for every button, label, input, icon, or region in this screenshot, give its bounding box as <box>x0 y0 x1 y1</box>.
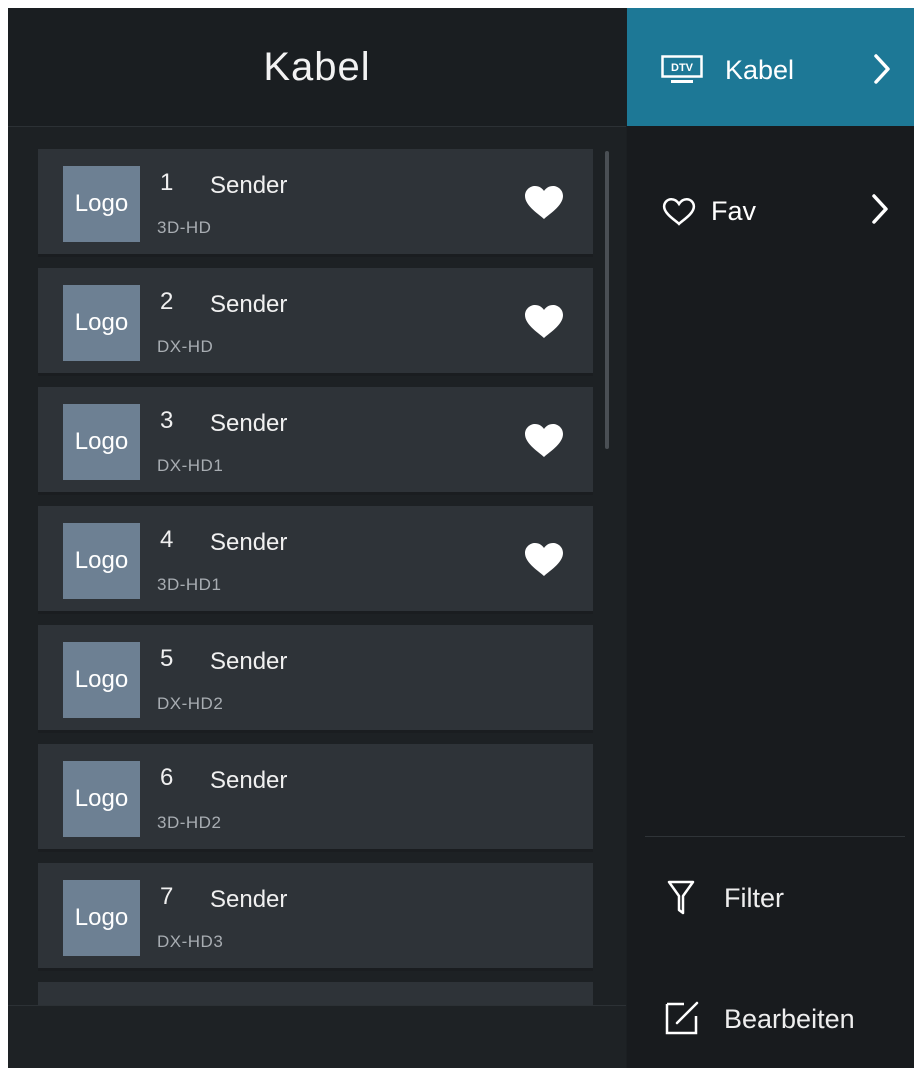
channel-name: Sender <box>210 291 288 318</box>
channel-logo: Logo <box>63 285 140 361</box>
channel-row[interactable]: Logo 1 Sender 3D-HD <box>38 149 593 257</box>
channel-name: Sender <box>210 767 288 794</box>
channel-name: Sender <box>210 410 288 437</box>
channel-logo: Logo <box>63 642 140 718</box>
channel-subtitle: 3D-HD2 <box>157 813 222 832</box>
channel-list-screen: Kabel Logo 1 Sender 3D-HD Logo 2 Sender … <box>8 8 914 1068</box>
channel-number: 7 <box>160 883 174 910</box>
favorite-heart-icon <box>525 186 563 219</box>
channel-row[interactable]: Logo 6 Sender 3D-HD2 <box>38 744 593 852</box>
channel-subtitle: DX-HD3 <box>157 932 224 951</box>
page-title: Kabel <box>263 44 371 89</box>
channel-subtitle: 3D-HD1 <box>157 575 222 594</box>
sidebar-item-kabel[interactable]: DTV Kabel <box>627 8 914 126</box>
sidebar-item-label: Fav <box>711 196 757 226</box>
filter-icon <box>667 880 695 915</box>
channel-subtitle: DX-HD <box>157 337 214 356</box>
favorite-heart-icon <box>525 424 563 457</box>
sidebar-item-label: Kabel <box>725 55 795 85</box>
channel-row-partial[interactable] <box>38 982 593 1005</box>
channel-row[interactable]: Logo 7 Sender DX-HD3 <box>38 863 593 971</box>
channel-name: Sender <box>210 529 288 556</box>
channel-name: Sender <box>210 172 288 199</box>
channel-number: 5 <box>160 645 174 672</box>
channel-logo: Logo <box>63 166 140 242</box>
edit-label: Bearbeiten <box>724 1004 855 1034</box>
channel-logo: Logo <box>63 761 140 837</box>
channel-number: 1 <box>160 169 174 196</box>
channel-row[interactable]: Logo 5 Sender DX-HD2 <box>38 625 593 733</box>
panel-footer <box>8 1005 626 1068</box>
edit-button[interactable]: Bearbeiten <box>627 983 914 1063</box>
chevron-right-icon <box>874 54 890 84</box>
channel-name: Sender <box>210 648 288 675</box>
channel-logo: Logo <box>63 523 140 599</box>
channel-row[interactable]: Logo 2 Sender DX-HD <box>38 268 593 376</box>
channel-list-panel: Kabel Logo 1 Sender 3D-HD Logo 2 Sender … <box>8 8 626 1068</box>
source-sidebar: DTV Kabel Fav Filter Bearbeiten <box>627 8 914 1068</box>
edit-icon <box>665 1001 699 1035</box>
channel-row[interactable]: Logo 4 Sender 3D-HD1 <box>38 506 593 614</box>
channel-number: 6 <box>160 764 174 791</box>
channel-number: 3 <box>160 407 174 434</box>
chevron-right-icon <box>872 194 888 224</box>
channel-logo: Logo <box>63 404 140 480</box>
favorite-heart-icon <box>525 543 563 576</box>
channel-number: 4 <box>160 526 174 553</box>
filter-label: Filter <box>724 883 784 913</box>
favorite-heart-icon <box>525 305 563 338</box>
channel-subtitle: 3D-HD <box>157 218 212 237</box>
dtv-icon: DTV <box>661 55 703 83</box>
channel-number: 2 <box>160 288 174 315</box>
sidebar-divider <box>645 836 905 837</box>
sidebar-item-fav[interactable]: Fav <box>627 126 914 276</box>
channel-name: Sender <box>210 886 288 913</box>
dtv-icon-text: DTV <box>671 62 694 74</box>
channel-subtitle: DX-HD1 <box>157 456 224 475</box>
scrollbar[interactable] <box>605 151 609 449</box>
channel-row[interactable]: Logo 3 Sender DX-HD1 <box>38 387 593 495</box>
channel-subtitle: DX-HD2 <box>157 694 224 713</box>
heart-outline-icon <box>662 197 696 226</box>
channel-list[interactable]: Logo 1 Sender 3D-HD Logo 2 Sender DX-HD … <box>8 127 626 1005</box>
filter-button[interactable]: Filter <box>627 860 914 940</box>
panel-header: Kabel <box>8 8 626 127</box>
channel-logo: Logo <box>63 880 140 956</box>
